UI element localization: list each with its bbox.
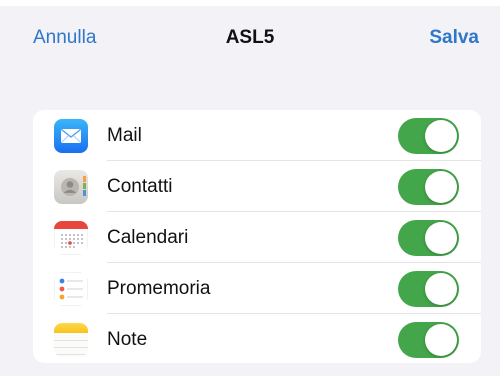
- calendar-icon: [54, 221, 88, 255]
- navigation-bar: Annulla ASL5 Salva: [0, 0, 500, 80]
- list-item-label: Promemoria: [107, 278, 211, 299]
- page-title: ASL5: [225, 27, 275, 48]
- toggle-knob: [425, 171, 457, 203]
- list-item-notes: Note: [33, 314, 481, 363]
- account-settings-screen: Annulla ASL5 Salva Mail Contatti Calenda…: [0, 0, 500, 376]
- contacts-toggle[interactable]: [398, 169, 459, 205]
- toggle-knob: [425, 273, 457, 305]
- mail-icon: [54, 119, 88, 153]
- list-item-calendars: Calendari: [33, 212, 481, 263]
- toggle-knob: [425, 120, 457, 152]
- list-item-label: Contatti: [107, 176, 173, 197]
- services-list: Mail Contatti Calendari Promemoria Note: [33, 110, 481, 363]
- toggle-knob: [425, 222, 457, 254]
- list-item-mail: Mail: [33, 110, 481, 161]
- toggle-knob: [425, 324, 457, 356]
- notes-toggle[interactable]: [398, 322, 459, 358]
- save-button[interactable]: Salva: [429, 27, 479, 49]
- list-item-label: Calendari: [107, 227, 189, 248]
- list-item-label: Mail: [107, 125, 142, 146]
- reminders-toggle[interactable]: [398, 271, 459, 307]
- calendars-toggle[interactable]: [398, 220, 459, 256]
- notes-icon: [54, 323, 88, 357]
- mail-toggle[interactable]: [398, 118, 459, 154]
- list-item-contacts: Contatti: [33, 161, 481, 212]
- reminders-icon: [54, 272, 88, 306]
- contacts-icon: [54, 170, 88, 204]
- list-item-reminders: Promemoria: [33, 263, 481, 314]
- list-item-label: Note: [107, 329, 148, 350]
